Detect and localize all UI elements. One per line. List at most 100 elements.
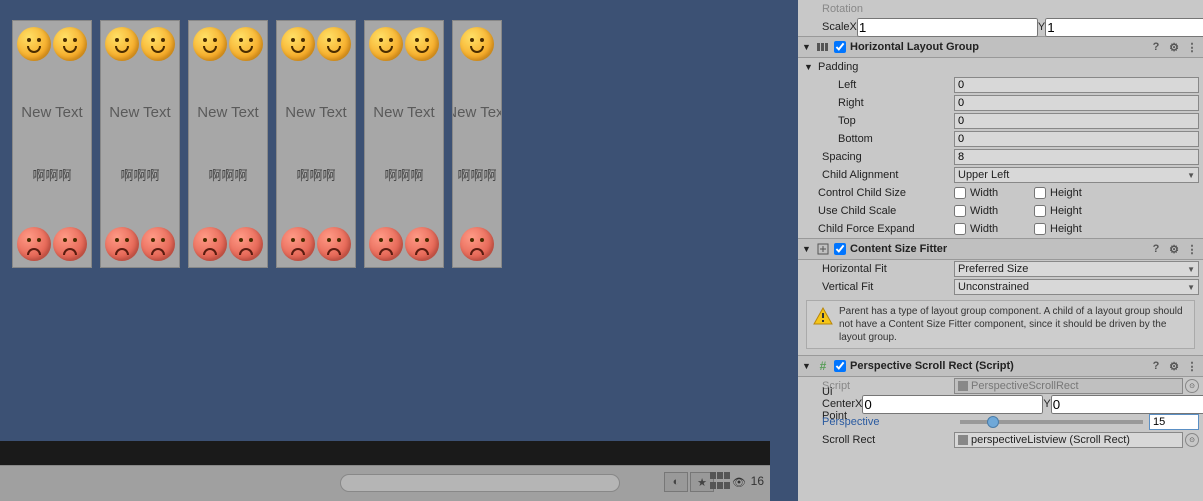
filter-button[interactable]: ◐ bbox=[664, 472, 688, 492]
script-object-icon bbox=[958, 381, 968, 391]
inspector-panel: Rotation Scale X Y Z ▼ Horizontal Layout… bbox=[798, 0, 1203, 501]
size-fitter-icon bbox=[816, 242, 830, 256]
card-title: New Text bbox=[21, 104, 82, 121]
component-header-psr[interactable]: ▼ # Perspective Scroll Rect (Script) ? ⚙… bbox=[798, 355, 1203, 377]
happy-emoji-icon bbox=[193, 27, 227, 61]
happy-emoji-icon bbox=[141, 27, 175, 61]
help-icon[interactable]: ? bbox=[1149, 40, 1163, 54]
x-label: X bbox=[855, 398, 862, 410]
padding-left-input[interactable] bbox=[954, 77, 1199, 93]
sad-emoji-icon bbox=[105, 227, 139, 261]
object-icon bbox=[958, 435, 968, 445]
spacing-input[interactable] bbox=[954, 149, 1199, 165]
scroll-list[interactable]: New Text 啊啊啊 New Text 啊啊啊 New Text 啊啊啊 N… bbox=[12, 20, 502, 268]
list-item[interactable]: New Text 啊啊啊 bbox=[276, 20, 356, 268]
component-header-hlg[interactable]: ▼ Horizontal Layout Group ? ⚙ ⋮ bbox=[798, 36, 1203, 58]
sad-emoji-icon bbox=[193, 227, 227, 261]
expand-width-checkbox[interactable] bbox=[954, 223, 966, 235]
help-icon[interactable]: ? bbox=[1149, 242, 1163, 256]
padding-top-input[interactable] bbox=[954, 113, 1199, 129]
sad-emoji-icon bbox=[460, 227, 494, 261]
layout-toggle-icon[interactable] bbox=[710, 472, 732, 490]
padding-right-input[interactable] bbox=[954, 95, 1199, 111]
uicenter-x-input[interactable] bbox=[862, 395, 1043, 414]
script-icon: # bbox=[816, 359, 830, 373]
horizontal-fit-label: Horizontal Fit bbox=[802, 263, 954, 275]
fold-icon[interactable]: ▼ bbox=[802, 361, 812, 371]
happy-emoji-icon bbox=[405, 27, 439, 61]
script-field: PerspectiveScrollRect bbox=[954, 378, 1183, 394]
list-item[interactable]: New Text 啊啊啊 bbox=[452, 20, 502, 268]
scale-height-checkbox[interactable] bbox=[1034, 205, 1046, 217]
happy-emoji-icon bbox=[229, 27, 263, 61]
fold-icon[interactable]: ▼ bbox=[802, 42, 812, 52]
component-header-csf[interactable]: ▼ Content Size Fitter ? ⚙ ⋮ bbox=[798, 238, 1203, 260]
scrollrect-label: Scroll Rect bbox=[802, 434, 954, 446]
preset-icon[interactable]: ⚙ bbox=[1167, 359, 1181, 373]
list-item[interactable]: New Text 啊啊啊 bbox=[364, 20, 444, 268]
context-menu-icon[interactable]: ⋮ bbox=[1185, 40, 1199, 54]
card-subtitle: 啊啊啊 bbox=[384, 165, 423, 184]
scale-x-input[interactable] bbox=[857, 18, 1038, 37]
help-icon[interactable]: ? bbox=[1149, 359, 1163, 373]
vertical-fit-dropdown[interactable]: Unconstrained▼ bbox=[954, 279, 1199, 295]
card-subtitle: 啊啊啊 bbox=[120, 165, 159, 184]
context-menu-icon[interactable]: ⋮ bbox=[1185, 359, 1199, 373]
sad-emoji-icon bbox=[281, 227, 315, 261]
x-label: X bbox=[850, 21, 857, 33]
rotation-label: Rotation bbox=[802, 3, 954, 15]
sad-emoji-icon bbox=[405, 227, 439, 261]
search-input[interactable] bbox=[340, 474, 620, 492]
object-picker-icon[interactable]: ⊙ bbox=[1185, 433, 1199, 447]
component-enabled-checkbox[interactable] bbox=[834, 41, 846, 53]
y-label: Y bbox=[1043, 398, 1050, 410]
control-height-checkbox[interactable] bbox=[1034, 187, 1046, 199]
card-title: New Text bbox=[285, 104, 346, 121]
card-title: New Text bbox=[109, 104, 170, 121]
perspective-slider[interactable] bbox=[960, 420, 1143, 424]
game-view: New Text 啊啊啊 New Text 啊啊啊 New Text 啊啊啊 N… bbox=[0, 0, 770, 501]
control-width-checkbox[interactable] bbox=[954, 187, 966, 199]
horizontal-fit-dropdown[interactable]: Preferred Size▼ bbox=[954, 261, 1199, 277]
component-title: Horizontal Layout Group bbox=[850, 41, 1145, 53]
happy-emoji-icon bbox=[53, 27, 87, 61]
fold-icon[interactable]: ▼ bbox=[802, 244, 812, 254]
card-subtitle: 啊啊啊 bbox=[296, 165, 335, 184]
use-child-scale-label: Use Child Scale bbox=[798, 205, 954, 217]
padding-label: Padding bbox=[818, 61, 858, 73]
uicenter-y-input[interactable] bbox=[1051, 395, 1203, 414]
scale-width-checkbox[interactable] bbox=[954, 205, 966, 217]
component-enabled-checkbox[interactable] bbox=[834, 243, 846, 255]
perspective-value-input[interactable] bbox=[1149, 414, 1199, 430]
visibility-icon: 👁 bbox=[732, 476, 746, 489]
child-alignment-dropdown[interactable]: Upper Left▼ bbox=[954, 167, 1199, 183]
project-toolbar: ◐ ★ 👁 16 bbox=[0, 465, 770, 501]
scale-y-input[interactable] bbox=[1045, 18, 1203, 37]
fold-icon[interactable]: ▼ bbox=[804, 62, 814, 72]
scrollrect-field[interactable]: perspectiveListview (Scroll Rect) bbox=[954, 432, 1183, 448]
expand-height-checkbox[interactable] bbox=[1034, 223, 1046, 235]
padding-left-label: Left bbox=[802, 79, 954, 91]
warning-message: Parent has a type of layout group compon… bbox=[806, 300, 1195, 349]
chevron-down-icon: ▼ bbox=[1187, 265, 1195, 274]
layout-group-icon bbox=[816, 40, 830, 54]
sad-emoji-icon bbox=[229, 227, 263, 261]
card-title: New Text bbox=[452, 104, 502, 121]
force-expand-label: Child Force Expand bbox=[798, 223, 954, 235]
list-item[interactable]: New Text 啊啊啊 bbox=[188, 20, 268, 268]
perspective-label: Perspective bbox=[802, 416, 954, 428]
preset-icon[interactable]: ⚙ bbox=[1167, 242, 1181, 256]
scale-label: Scale bbox=[802, 21, 850, 33]
padding-bottom-input[interactable] bbox=[954, 131, 1199, 147]
divider bbox=[0, 441, 770, 465]
list-item[interactable]: New Text 啊啊啊 bbox=[12, 20, 92, 268]
card-title: New Text bbox=[373, 104, 434, 121]
component-enabled-checkbox[interactable] bbox=[834, 360, 846, 372]
context-menu-icon[interactable]: ⋮ bbox=[1185, 242, 1199, 256]
object-picker-icon[interactable]: ⊙ bbox=[1185, 379, 1199, 393]
component-title: Perspective Scroll Rect (Script) bbox=[850, 360, 1145, 372]
card-subtitle: 啊啊啊 bbox=[457, 165, 496, 184]
preset-icon[interactable]: ⚙ bbox=[1167, 40, 1181, 54]
list-item[interactable]: New Text 啊啊啊 bbox=[100, 20, 180, 268]
happy-emoji-icon bbox=[281, 27, 315, 61]
